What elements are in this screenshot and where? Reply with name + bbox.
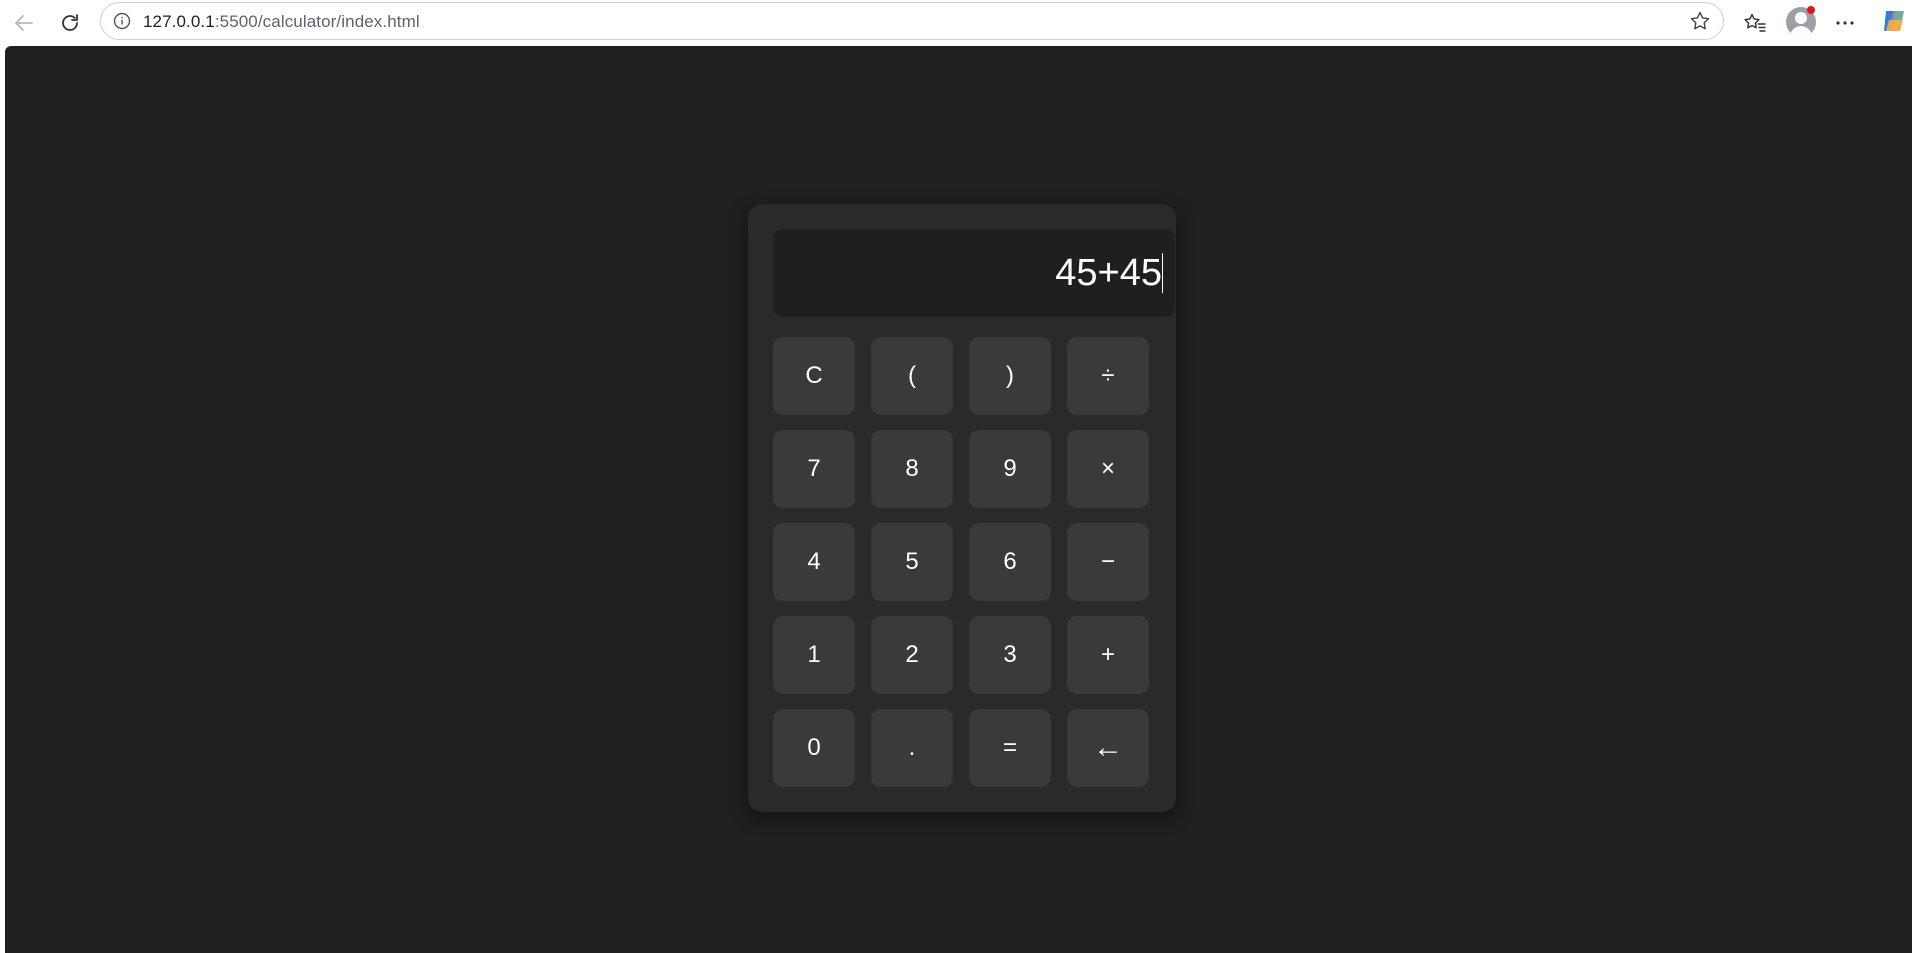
key-7[interactable]: 7 [773,430,855,508]
key-open-paren[interactable]: ( [871,337,953,415]
url-path: :5500/calculator/index.html [214,12,420,31]
key-decimal[interactable]: . [871,709,953,787]
key-5[interactable]: 5 [871,523,953,601]
key-3[interactable]: 3 [969,616,1051,694]
url-host: 127.0.0.1 [143,12,215,31]
notification-dot [1807,6,1815,14]
page-viewport: 45+45 C ( ) ÷ 7 8 9 × 4 5 6 − 1 2 3 + 0 … [5,46,1912,953]
key-divide[interactable]: ÷ [1067,337,1149,415]
key-4[interactable]: 4 [773,523,855,601]
info-icon[interactable] [113,12,131,30]
browser-toolbar: 127.0.0.1:5500/calculator/index.html [0,0,1912,46]
key-backspace[interactable]: ← [1067,709,1149,787]
key-close-paren[interactable]: ) [969,337,1051,415]
key-clear[interactable]: C [773,337,855,415]
key-multiply[interactable]: × [1067,430,1149,508]
address-bar[interactable]: 127.0.0.1:5500/calculator/index.html [100,2,1724,40]
copilot-icon[interactable] [1880,7,1908,35]
back-arrow-icon[interactable] [7,6,41,40]
key-9[interactable]: 9 [969,430,1051,508]
key-0[interactable]: 0 [773,709,855,787]
url-text[interactable]: 127.0.0.1:5500/calculator/index.html [143,12,420,32]
display-expression: 45+45 [1055,252,1162,294]
calculator: 45+45 C ( ) ÷ 7 8 9 × 4 5 6 − 1 2 3 + 0 … [748,204,1176,812]
key-1[interactable]: 1 [773,616,855,694]
star-icon[interactable] [1689,10,1711,32]
keypad: C ( ) ÷ 7 8 9 × 4 5 6 − 1 2 3 + 0 . = ← [773,337,1149,787]
key-add[interactable]: + [1067,616,1149,694]
key-2[interactable]: 2 [871,616,953,694]
calculator-display[interactable]: 45+45 [773,229,1175,317]
text-caret [1162,253,1163,293]
profile-body [1790,26,1812,37]
favorites-icon[interactable] [1738,6,1772,40]
key-6[interactable]: 6 [969,523,1051,601]
key-8[interactable]: 8 [871,430,953,508]
key-equals[interactable]: = [969,709,1051,787]
reload-icon[interactable] [53,6,87,40]
profile-head [1795,12,1807,24]
key-subtract[interactable]: − [1067,523,1149,601]
more-icon[interactable] [1828,6,1862,40]
